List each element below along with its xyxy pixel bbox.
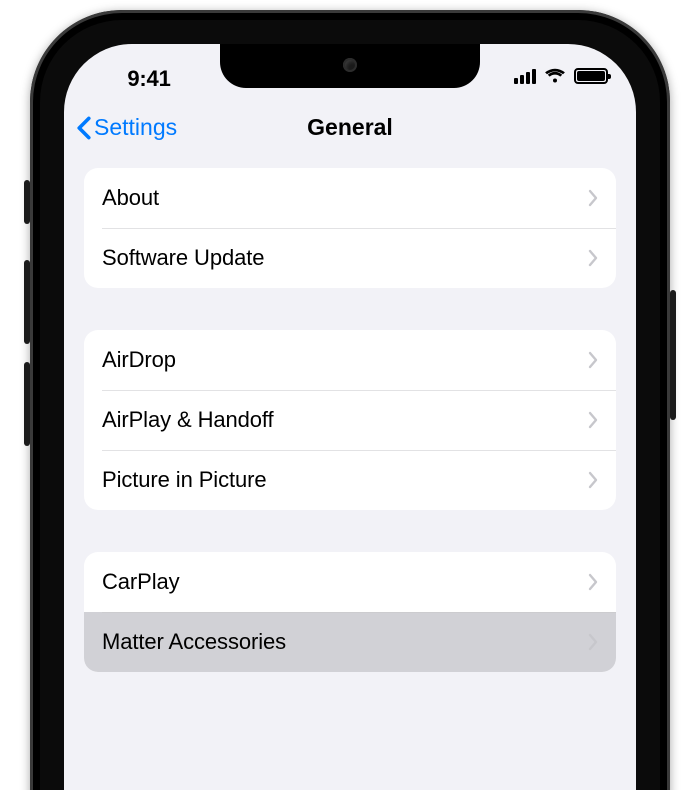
page-title: General bbox=[307, 114, 393, 141]
settings-group-1: About Software Update bbox=[84, 168, 616, 288]
device-frame: 9:41 Settings General bbox=[30, 10, 670, 790]
chevron-right-icon bbox=[588, 411, 598, 429]
status-icons bbox=[514, 68, 608, 84]
chevron-right-icon bbox=[588, 351, 598, 369]
row-label: Software Update bbox=[102, 245, 588, 271]
status-time: 9:41 bbox=[64, 66, 234, 92]
front-camera bbox=[343, 58, 357, 72]
battery-icon bbox=[574, 68, 608, 84]
mute-switch bbox=[24, 180, 30, 224]
back-button[interactable]: Settings bbox=[76, 114, 177, 141]
wifi-icon bbox=[544, 68, 566, 84]
chevron-right-icon bbox=[588, 573, 598, 591]
row-label: AirDrop bbox=[102, 347, 588, 373]
nav-bar: Settings General bbox=[64, 100, 636, 160]
back-label: Settings bbox=[94, 114, 177, 141]
chevron-right-icon bbox=[588, 471, 598, 489]
row-label: CarPlay bbox=[102, 569, 588, 595]
row-carplay[interactable]: CarPlay bbox=[84, 552, 616, 612]
row-label: About bbox=[102, 185, 588, 211]
volume-up-button bbox=[24, 260, 30, 344]
row-airplay-handoff[interactable]: AirPlay & Handoff bbox=[84, 390, 616, 450]
chevron-right-icon bbox=[588, 189, 598, 207]
notch bbox=[220, 44, 480, 88]
settings-group-3: CarPlay Matter Accessories bbox=[84, 552, 616, 672]
row-about[interactable]: About bbox=[84, 168, 616, 228]
cellular-icon bbox=[514, 68, 536, 84]
row-picture-in-picture[interactable]: Picture in Picture bbox=[84, 450, 616, 510]
row-software-update[interactable]: Software Update bbox=[84, 228, 616, 288]
chevron-left-icon bbox=[76, 116, 92, 140]
settings-group-2: AirDrop AirPlay & Handoff Picture in Pic… bbox=[84, 330, 616, 510]
power-button bbox=[670, 290, 676, 420]
chevron-right-icon bbox=[588, 633, 598, 651]
row-label: Matter Accessories bbox=[102, 629, 588, 655]
volume-down-button bbox=[24, 362, 30, 446]
content: About Software Update AirDrop bbox=[64, 160, 636, 672]
stage: 9:41 Settings General bbox=[0, 0, 700, 790]
row-matter-accessories[interactable]: Matter Accessories bbox=[84, 612, 616, 672]
row-label: Picture in Picture bbox=[102, 467, 588, 493]
screen: 9:41 Settings General bbox=[64, 44, 636, 790]
device-bezel: 9:41 Settings General bbox=[40, 20, 660, 790]
chevron-right-icon bbox=[588, 249, 598, 267]
row-airdrop[interactable]: AirDrop bbox=[84, 330, 616, 390]
row-label: AirPlay & Handoff bbox=[102, 407, 588, 433]
